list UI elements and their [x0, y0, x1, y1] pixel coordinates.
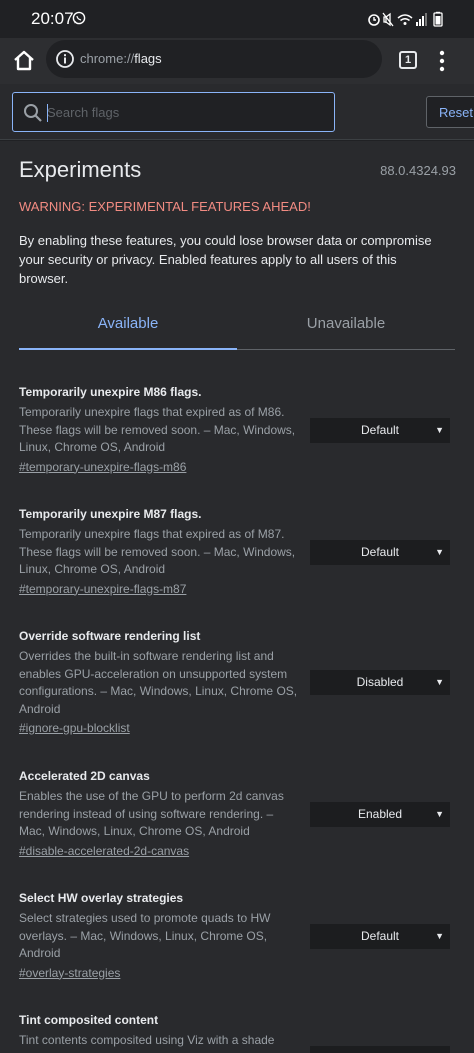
search-input[interactable] [47, 97, 327, 127]
status-time: 20:07 [31, 9, 74, 28]
flag-entry: Temporarily unexpire M86 flags. Temporar… [19, 384, 459, 476]
flag-select-value: Default [360, 929, 400, 943]
flag-select[interactable]: Default ▼ [310, 418, 450, 443]
flag-description: Temporarily unexpire flags that expired … [19, 527, 296, 576]
status-icons [368, 11, 443, 27]
flag-description: Temporarily unexpire flags that expired … [19, 405, 296, 454]
flag-permalink[interactable]: #ignore-gpu-blocklist [19, 720, 130, 737]
dropdown-arrow-icon: ▼ [435, 547, 444, 557]
url-scheme: chrome:// [80, 51, 135, 66]
flag-description: Enables the use of the GPU to perform 2d… [19, 789, 284, 838]
mute-icon [382, 12, 394, 27]
flag-select[interactable]: Default ▼ [310, 540, 450, 565]
search-strip: Reset [0, 84, 474, 140]
browser-toolbar: chrome://flags 1 [0, 38, 474, 84]
url-text: chrome://flags [80, 51, 162, 66]
flag-name: Override software rendering list [19, 629, 201, 643]
signal-icon [416, 13, 427, 26]
tab-unavailable[interactable]: Unavailable [237, 315, 455, 351]
version-label: 88.0.4324.93 [380, 163, 456, 178]
text-caret [47, 104, 48, 122]
omnibox[interactable]: chrome://flags [46, 40, 382, 78]
flag-entry: Select HW overlay strategies Select stra… [19, 890, 459, 982]
tab-switcher-button[interactable]: 1 [397, 49, 421, 73]
dropdown-arrow-icon: ▼ [435, 425, 444, 435]
dropdown-arrow-icon: ▼ [435, 931, 444, 941]
flag-entry: Override software rendering list Overrid… [19, 628, 459, 737]
more-menu-icon[interactable] [432, 48, 452, 74]
home-icon[interactable] [10, 47, 38, 75]
flag-select[interactable]: Disabled ▼ [310, 670, 450, 695]
reset-all-button[interactable]: Reset [426, 96, 474, 128]
flag-select[interactable]: Enabled ▼ [310, 802, 450, 827]
tab-count: 1 [399, 51, 417, 69]
flag-description: Tint contents composited using Viz with … [19, 1033, 275, 1047]
info-icon[interactable] [55, 49, 75, 69]
whatsapp-notification-icon [72, 11, 86, 25]
status-bar: 20:07 [0, 0, 474, 38]
flag-entry: Tint composited content Tint contents co… [19, 1012, 459, 1053]
flag-select-value: Disabled [356, 675, 404, 689]
url-host: flags [134, 51, 162, 66]
flag-description: Overrides the built-in software renderin… [19, 649, 298, 716]
flag-select-value: Default [360, 545, 400, 559]
flag-permalink[interactable]: #overlay-strategies [19, 965, 120, 982]
flag-description: Select strategies used to promote quads … [19, 911, 271, 960]
active-tab-indicator [19, 348, 237, 350]
dropdown-arrow-icon: ▼ [435, 677, 444, 687]
flag-permalink[interactable]: #temporary-unexpire-flags-m87 [19, 581, 186, 598]
flag-permalink[interactable]: #temporary-unexpire-flags-m86 [19, 459, 186, 476]
tab-available[interactable]: Available [19, 315, 237, 351]
search-icon [24, 104, 42, 122]
flag-entry: Accelerated 2D canvas Enables the use of… [19, 768, 459, 860]
wifi-icon [397, 14, 413, 25]
flag-name: Temporarily unexpire M86 flags. [19, 385, 202, 399]
flag-select-value: Enabled [357, 807, 403, 821]
warning-text: WARNING: EXPERIMENTAL FEATURES AHEAD! [19, 199, 311, 214]
flag-select[interactable] [310, 1046, 450, 1053]
flag-name: Accelerated 2D canvas [19, 769, 150, 783]
flag-name: Tint composited content [19, 1013, 159, 1027]
search-box[interactable] [12, 92, 335, 132]
flag-permalink[interactable]: #disable-accelerated-2d-canvas [19, 843, 189, 860]
flags-content: Experiments 88.0.4324.93 WARNING: EXPERI… [0, 141, 474, 1053]
flag-name: Select HW overlay strategies [19, 891, 184, 905]
flag-select-value: Default [360, 423, 400, 437]
page-title: Experiments [19, 157, 142, 182]
flag-select[interactable]: Default ▼ [310, 924, 450, 949]
dropdown-arrow-icon: ▼ [435, 809, 444, 819]
flag-entry: Temporarily unexpire M87 flags. Temporar… [19, 506, 459, 598]
intro-text: By enabling these features, you could lo… [19, 233, 432, 286]
flag-name: Temporarily unexpire M87 flags. [19, 507, 202, 521]
battery-icon [433, 11, 443, 27]
alarm-icon [368, 14, 380, 26]
